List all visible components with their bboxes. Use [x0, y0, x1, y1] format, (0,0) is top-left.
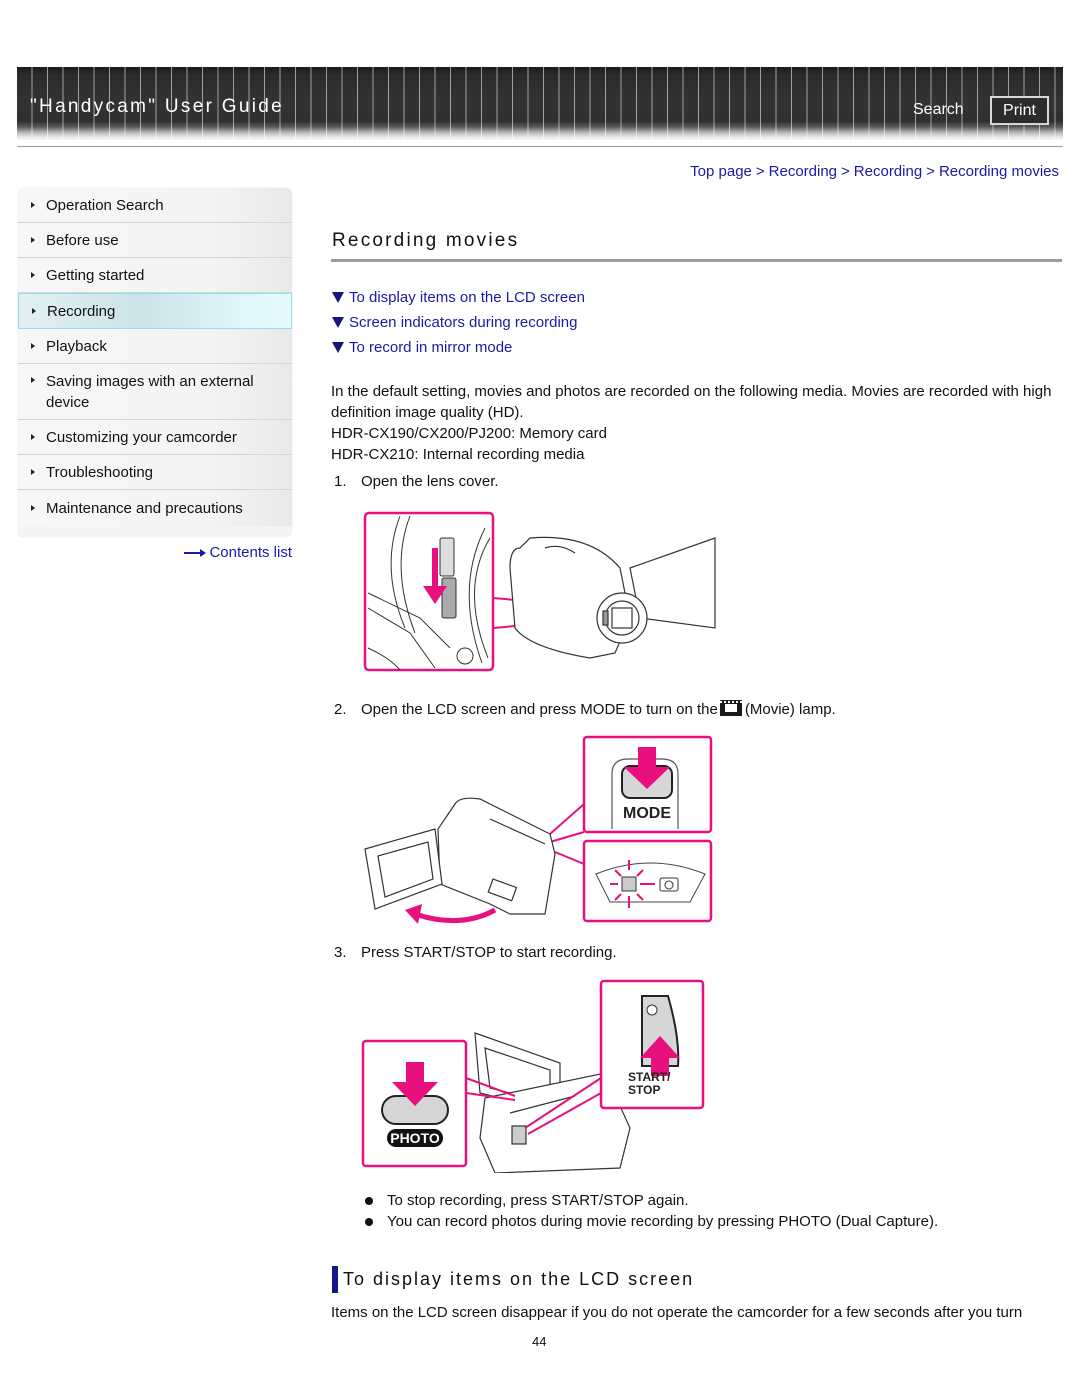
bullet-icon	[365, 1217, 373, 1226]
sidebar-item-label: Maintenance and precautions	[46, 499, 243, 517]
start-stop-label: START/	[628, 1070, 671, 1084]
toc-link-label: To record in mirror mode	[349, 339, 513, 356]
contents-list-link[interactable]: Contents list	[184, 544, 292, 561]
camcorder-drawing	[509, 536, 716, 659]
guide-title: "Handycam" User Guide	[30, 96, 284, 117]
section-paragraph: Items on the LCD screen disappear if you…	[331, 1304, 1023, 1321]
page-title: Recording movies	[332, 230, 520, 251]
section-heading: To display items on the LCD screen	[332, 1266, 694, 1293]
step-number: 3.	[334, 944, 347, 961]
arrow-right-icon	[31, 505, 35, 511]
sidebar-item-saving-images[interactable]: Saving images with an external device	[18, 364, 292, 420]
print-button[interactable]: Print	[990, 96, 1049, 125]
arrow-right-icon	[31, 469, 35, 475]
media-line-cx210: HDR-CX210: Internal recording media	[331, 446, 585, 463]
movie-lamp-icon	[621, 876, 637, 892]
photo-label: PHOTO	[390, 1130, 440, 1146]
note-text: To stop recording, press START/STOP agai…	[387, 1192, 689, 1209]
start-stop-label: STOP	[628, 1083, 660, 1097]
media-line-cx190: HDR-CX190/CX200/PJ200: Memory card	[331, 425, 607, 442]
triangle-down-icon	[332, 292, 344, 303]
sidebar-item-label: Saving images with an external device	[46, 373, 254, 411]
section-bar	[332, 1266, 338, 1293]
toc-link-screen-indicators[interactable]: Screen indicators during recording	[332, 310, 585, 335]
step-3: 3. Press START/STOP to start recording.	[334, 944, 617, 961]
camcorder-drawing	[364, 797, 556, 915]
sidebar-item-label: Recording	[47, 302, 116, 320]
page-number: 44	[532, 1334, 547, 1349]
sidebar-nav: Operation Search Before use Getting star…	[18, 188, 292, 537]
sidebar-item-label: Troubleshooting	[46, 463, 154, 481]
step-text: Open the LCD screen and press MODE to tu…	[361, 701, 718, 718]
sidebar-item-maintenance[interactable]: Maintenance and precautions	[18, 490, 292, 526]
sidebar-item-label: Playback	[46, 337, 107, 355]
title-divider	[331, 259, 1062, 262]
arrow-right-icon	[31, 202, 35, 208]
intro-paragraph: In the default setting, movies and photo…	[331, 383, 1052, 421]
toc-link-display-items[interactable]: To display items on the LCD screen	[332, 285, 585, 310]
sidebar-item-label: Operation Search	[46, 196, 164, 214]
step-2: 2. Open the LCD screen and press MODE to …	[334, 700, 836, 718]
breadcrumb-recording-sub[interactable]: Recording	[854, 163, 922, 180]
mode-button-illustration: MODE	[364, 735, 713, 924]
list-item: To stop recording, press START/STOP agai…	[365, 1190, 938, 1211]
sidebar-item-getting-started[interactable]: Getting started	[18, 258, 292, 293]
toc-link-mirror-mode[interactable]: To record in mirror mode	[332, 335, 585, 360]
arrow-right-icon	[31, 343, 35, 349]
step-number: 1.	[334, 473, 347, 490]
breadcrumb-separator: >	[755, 163, 765, 180]
sidebar-item-playback[interactable]: Playback	[18, 329, 292, 364]
sidebar-item-customizing[interactable]: Customizing your camcorder	[18, 420, 292, 455]
step-number: 2.	[334, 701, 347, 718]
list-item: You can record photos during movie recor…	[365, 1211, 938, 1232]
arrow-right-icon	[31, 377, 35, 383]
step-text: Open the lens cover.	[361, 473, 499, 490]
bullet-icon	[365, 1196, 373, 1205]
sidebar-item-before-use[interactable]: Before use	[18, 223, 292, 258]
lens-cover-illustration	[363, 511, 716, 672]
start-stop-illustration: PHOTO START/ STOP	[361, 979, 705, 1173]
breadcrumb-recording[interactable]: Recording	[769, 163, 837, 180]
contents-list-label: Contents list	[209, 544, 292, 561]
arrow-right-icon	[31, 272, 35, 278]
sidebar-item-label: Getting started	[46, 266, 145, 284]
triangle-down-icon	[332, 342, 344, 353]
arrow-right-icon	[31, 434, 35, 440]
step-text: (Movie) lamp.	[744, 701, 836, 718]
arrow-right-icon	[31, 237, 35, 243]
search-link[interactable]: Search	[913, 101, 964, 119]
table-of-contents: To display items on the LCD screen Scree…	[332, 285, 585, 360]
breadcrumb-current[interactable]: Recording movies	[939, 163, 1059, 180]
toc-link-label: To display items on the LCD screen	[349, 289, 585, 306]
arrow-right-icon	[184, 548, 207, 558]
sidebar-item-label: Before use	[46, 231, 119, 249]
triangle-down-icon	[332, 317, 344, 328]
breadcrumb-separator: >	[926, 163, 935, 180]
arrow-right-icon	[32, 308, 36, 314]
breadcrumb-separator: >	[841, 163, 850, 180]
sidebar-item-troubleshooting[interactable]: Troubleshooting	[18, 455, 292, 490]
sidebar-item-recording[interactable]: Recording	[18, 293, 292, 329]
mode-label: MODE	[623, 805, 671, 822]
rotate-arrow-icon	[414, 907, 497, 924]
sidebar-item-label: Customizing your camcorder	[46, 428, 237, 446]
step-text: Press START/STOP to start recording.	[361, 944, 617, 961]
header-divider	[17, 146, 1063, 147]
step-1: 1. Open the lens cover.	[334, 473, 499, 490]
breadcrumb-top-page[interactable]: Top page	[690, 163, 752, 180]
toc-link-label: Screen indicators during recording	[349, 314, 578, 331]
movie-icon	[719, 700, 742, 716]
note-text: You can record photos during movie recor…	[387, 1213, 939, 1230]
notes-list: To stop recording, press START/STOP agai…	[365, 1190, 938, 1232]
sidebar-item-operation-search[interactable]: Operation Search	[18, 188, 292, 223]
section-title: To display items on the LCD screen	[343, 1269, 695, 1289]
breadcrumb: Top page > Recording > Recording > Recording m…	[690, 163, 1059, 180]
